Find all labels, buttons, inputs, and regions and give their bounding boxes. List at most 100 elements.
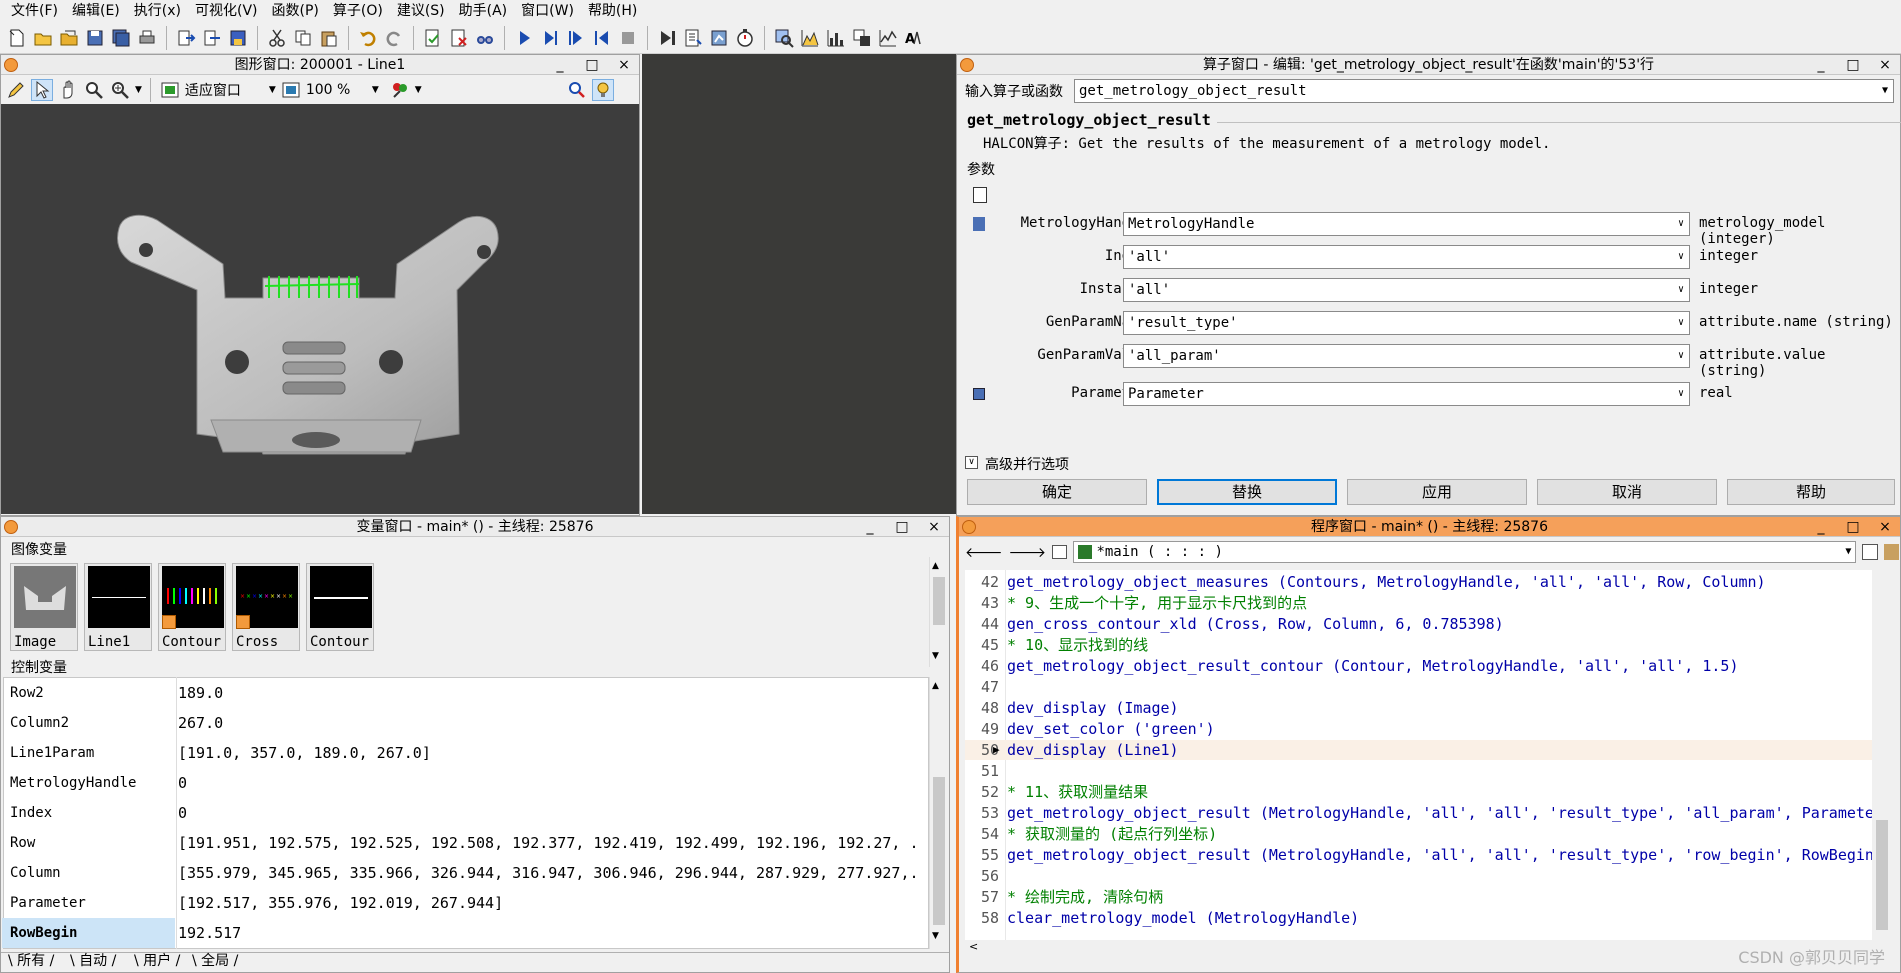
control-var-row[interactable]: MetrologyHandle 0 [0,768,940,798]
new-file-icon[interactable] [6,27,28,49]
zoom-percent-chevron-icon[interactable]: ▼ [372,85,379,95]
scroll-left-icon[interactable]: < [969,940,978,953]
tab-all[interactable]: \ 所有 / [8,951,54,971]
pointer-icon[interactable] [31,79,53,101]
advanced-toggle-chevron-icon[interactable]: ∨ [965,456,978,469]
chevron-down-icon[interactable]: ∨ [1678,345,1684,367]
image-var-thumb[interactable]: × × × × × × × × × Cross [232,563,300,651]
procedure-icon[interactable] [1052,545,1068,559]
fit-window-icon[interactable] [159,79,181,101]
reset-program-icon[interactable] [656,27,678,49]
ok-button[interactable]: 确定 [967,479,1147,505]
save-all-icon[interactable] [110,27,132,49]
control-var-row-selected[interactable]: RowBegin 192.517 [0,918,940,948]
open-recent-icon[interactable] [58,27,80,49]
code-line[interactable]: 57 * 绘制完成, 清除句柄 [965,887,1893,907]
control-var-row[interactable]: Parameter [192.517, 355.976, 192.019, 267… [0,888,940,918]
settings-icon[interactable] [1883,544,1899,560]
chevron-down-icon[interactable]: ∨ [1678,312,1684,334]
close-button[interactable]: × [1876,55,1894,75]
control-var-row[interactable]: Row2 189.0 [0,678,940,708]
control-var-row[interactable]: Line1Param [191.0, 357.0, 189.0, 267.0] [0,738,940,768]
maximize-button[interactable]: □ [1844,55,1862,75]
find-icon[interactable] [474,27,496,49]
menu-item[interactable]: 可视化(V) [188,0,265,22]
back-arrow-icon[interactable]: 🡐 [965,544,1003,561]
tab-auto[interactable]: \ 自动 / [70,951,116,971]
code-line[interactable]: 47 [965,677,1893,697]
close-button[interactable]: × [1876,517,1894,537]
menu-item[interactable]: 窗口(W) [514,0,581,22]
feature-inspection-icon[interactable] [851,27,873,49]
param-value-field[interactable]: MetrologyHandle ∨ [1123,212,1690,236]
param-value-field[interactable]: Parameter ∨ [1123,382,1690,406]
control-var-row[interactable]: Column [355.979, 345.965, 335.966, 326.94… [0,858,940,888]
cancel-button[interactable]: 取消 [1537,479,1717,505]
control-var-row[interactable]: Row [191.951, 192.575, 192.525, 192.508, … [0,828,940,858]
menu-item[interactable]: 执行(x) [127,0,188,22]
menu-item[interactable]: 助手(A) [452,0,515,22]
import-icon[interactable] [201,27,223,49]
control-var-row[interactable]: Index 0 [0,798,940,828]
chevron-down-icon[interactable]: ▼ [1882,80,1888,102]
operator-input[interactable]: get_metrology_object_result ▼ [1074,79,1894,103]
pixel-info-icon[interactable] [566,79,588,101]
zoom-graphics-icon[interactable] [773,27,795,49]
param-value-field[interactable]: 'all_param' ∨ [1123,344,1690,368]
param-value-field[interactable]: 'all' ∨ [1123,278,1690,302]
image-vars-scrollbar[interactable]: ▲ ▼ [929,557,947,667]
procedure-select[interactable]: *main ( : : : ) ▼ [1073,541,1857,563]
lightbulb-icon[interactable] [591,79,614,101]
code-line[interactable]: 49 dev_set_color ('green') [965,719,1893,739]
menu-item[interactable]: 建议(S) [390,0,452,22]
zoom-percent-icon[interactable] [280,79,302,101]
param-value-field[interactable]: 'result_type' ∨ [1123,311,1690,335]
image-var-thumb[interactable]: Image [10,563,78,651]
parameter-mode-icon[interactable] [973,187,987,203]
print-icon[interactable] [136,27,158,49]
chevron-down-icon[interactable]: ∨ [1678,246,1684,268]
param-value-field[interactable]: 'all' ∨ [1123,245,1690,269]
profiler-icon[interactable] [708,27,730,49]
fit-window-label[interactable]: 适应窗口 [185,80,265,100]
stop-icon[interactable] [617,27,639,49]
menu-item[interactable]: 帮助(H) [581,0,644,22]
scroll-down-icon[interactable]: ▼ [932,651,939,661]
code-editor[interactable]: 42 get_metrology_object_measures (Contour… [965,570,1893,953]
chevron-down-icon[interactable]: ∨ [1678,279,1684,301]
step-over-icon[interactable] [565,27,587,49]
scroll-up-icon[interactable]: ▲ [932,561,939,571]
code-line[interactable]: 46 get_metrology_object_result_contour (C… [965,656,1893,676]
menu-item[interactable]: 编辑(E) [65,0,127,22]
run-icon[interactable] [513,27,535,49]
chevron-down-icon[interactable]: ∨ [1678,213,1684,235]
code-line[interactable]: 42 get_metrology_object_measures (Contour… [965,572,1893,592]
paste-icon[interactable] [318,27,340,49]
minimize-button[interactable]: _ [551,55,569,75]
copy-icon[interactable] [292,27,314,49]
code-line[interactable]: 54 * 获取测量的 (起点行列坐标) [965,824,1893,844]
menu-item[interactable]: 文件(F) [4,0,65,22]
close-button[interactable]: × [615,55,633,75]
palette-chevron-icon[interactable]: ▼ [415,85,422,95]
gray-histogram-icon[interactable] [799,27,821,49]
ocr-icon[interactable]: A [903,27,925,49]
chevron-down-icon[interactable]: ∨ [1678,383,1684,405]
code-vertical-scrollbar[interactable] [1872,570,1893,940]
export-icon[interactable] [175,27,197,49]
code-line[interactable]: 51 [965,761,1893,781]
open-folder-icon[interactable] [32,27,54,49]
menu-item[interactable]: 算子(O) [326,0,390,22]
redo-icon[interactable] [383,27,405,49]
tab-user[interactable]: \ 用户 / [134,951,180,971]
step-back-icon[interactable] [591,27,613,49]
code-line[interactable]: 43 * 9、生成一个十字, 用于显示卡尺找到的点 [965,593,1893,613]
hand-icon[interactable] [57,79,79,101]
minimize-button[interactable]: _ [861,517,879,537]
activate-line-icon[interactable] [422,27,444,49]
zoom-percent-label[interactable]: 100 % [306,82,368,98]
maximize-button[interactable]: □ [893,517,911,537]
feature-histogram-icon[interactable] [825,27,847,49]
pencil-icon[interactable] [5,79,27,101]
magnifier-icon[interactable] [83,79,105,101]
